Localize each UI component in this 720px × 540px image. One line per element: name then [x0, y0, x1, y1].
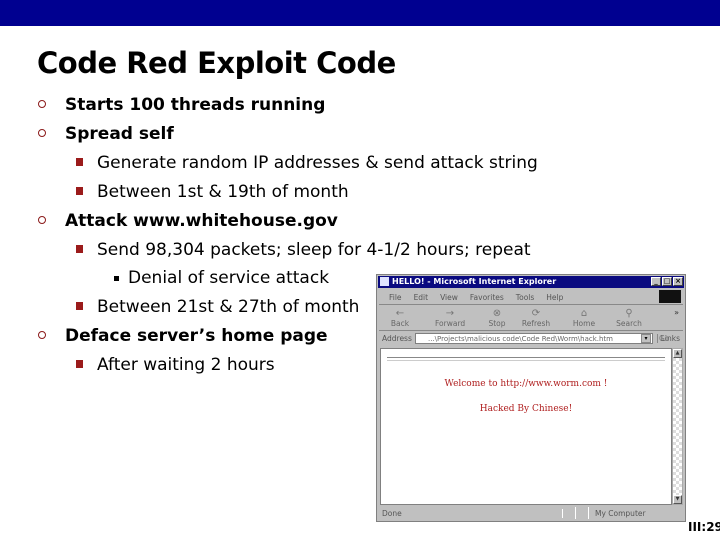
windows-logo-throbber: [659, 290, 681, 303]
browser-window-title: HELLO! - Microsoft Internet Explorer: [392, 277, 557, 286]
bullet-item: Starts 100 threads running: [38, 95, 325, 115]
bullet-item: Spread self: [38, 124, 174, 144]
ie-app-icon: [380, 277, 389, 286]
horizontal-rule: [387, 357, 665, 361]
address-dropdown-button[interactable]: ▾: [641, 334, 651, 343]
sub-bullet-item: Generate random IP addresses & send atta…: [76, 153, 538, 173]
search-icon: ⚲: [625, 308, 633, 319]
small-square-bullet-icon: [114, 276, 119, 281]
refresh-button[interactable]: ⟳ Refresh: [521, 308, 551, 328]
close-button[interactable]: ×: [673, 277, 683, 286]
maximize-button[interactable]: □: [662, 277, 672, 286]
back-button[interactable]: ← Back: [385, 308, 415, 328]
sub-bullet-item: After waiting 2 hours: [76, 355, 275, 375]
menu-tools[interactable]: Tools: [516, 293, 534, 302]
status-zone-text: My Computer: [595, 508, 646, 518]
menu-edit[interactable]: Edit: [414, 293, 429, 302]
sub-sub-bullet-item: Denial of service attack: [114, 268, 329, 288]
defacement-hacked-text: Hacked By Chinese!: [479, 404, 573, 414]
menu-view[interactable]: View: [440, 293, 458, 302]
browser-window-screenshot: HELLO! - Microsoft Internet Explorer _ □…: [376, 274, 686, 522]
links-button[interactable]: Links: [656, 334, 680, 343]
browser-page-content: Welcome to http://www.worm.com ! Hacked …: [380, 348, 672, 505]
bullet-item: Deface server’s home page: [38, 326, 328, 346]
sub-bullet-item: Between 1st & 19th of month: [76, 182, 349, 202]
square-bullet-icon: [76, 187, 83, 195]
browser-menu-bar: File Edit View Favorites Tools Help: [379, 290, 683, 305]
slide-page-number: III:29: [688, 520, 720, 534]
address-label: Address: [382, 334, 412, 343]
browser-toolbar: ← Back → Forward ⊗ Stop ⟳ Refresh ⌂ Home ⚲ Sea…: [379, 306, 683, 331]
home-button[interactable]: ⌂ Home: [569, 308, 599, 328]
browser-title-bar: HELLO! - Microsoft Internet Explorer _ □…: [378, 276, 684, 288]
scroll-down-button[interactable]: ▼: [673, 495, 682, 504]
back-arrow-icon: ←: [395, 308, 405, 319]
square-bullet-icon: [76, 360, 83, 368]
circle-bullet-icon: [38, 129, 46, 137]
circle-bullet-icon: [38, 100, 46, 108]
menu-file[interactable]: File: [389, 293, 402, 302]
status-pane: [563, 507, 576, 519]
circle-bullet-icon: [38, 216, 46, 224]
status-pane: [576, 507, 589, 519]
toolbar-overflow-icon[interactable]: »: [674, 308, 679, 317]
home-icon: ⌂: [580, 308, 588, 319]
address-input[interactable]: ...\Projects\malicious code\Code Red\Wor…: [415, 333, 653, 344]
status-done-text: Done: [379, 508, 563, 518]
address-bar: Address ...\Projects\malicious code\Code…: [379, 332, 683, 346]
search-button[interactable]: ⚲ Search: [614, 308, 644, 328]
menu-favorites[interactable]: Favorites: [470, 293, 504, 302]
window-controls: _ □ ×: [651, 277, 683, 286]
stop-icon: ⊗: [492, 308, 502, 319]
slide-title: Code Red Exploit Code: [37, 46, 396, 80]
forward-button[interactable]: → Forward: [435, 308, 465, 328]
square-bullet-icon: [76, 245, 83, 253]
stop-button[interactable]: ⊗ Stop: [482, 308, 512, 328]
refresh-icon: ⟳: [531, 308, 541, 319]
circle-bullet-icon: [38, 331, 46, 339]
sub-bullet-item: Between 21st & 27th of month: [76, 297, 359, 317]
square-bullet-icon: [76, 158, 83, 166]
menu-help[interactable]: Help: [546, 293, 563, 302]
minimize-button[interactable]: _: [651, 277, 661, 286]
defacement-welcome-text: Welcome to http://www.worm.com !: [444, 379, 608, 389]
sub-bullet-item: Send 98,304 packets; sleep for 4-1/2 hou…: [76, 240, 531, 260]
slide-top-bar: [0, 0, 720, 26]
vertical-scrollbar[interactable]: ▲ ▼: [672, 348, 683, 505]
scroll-up-button[interactable]: ▲: [673, 349, 682, 358]
bullet-item: Attack www.whitehouse.gov: [38, 211, 338, 231]
square-bullet-icon: [76, 302, 83, 310]
forward-arrow-icon: →: [445, 308, 455, 319]
browser-status-bar: Done My Computer: [379, 506, 683, 520]
